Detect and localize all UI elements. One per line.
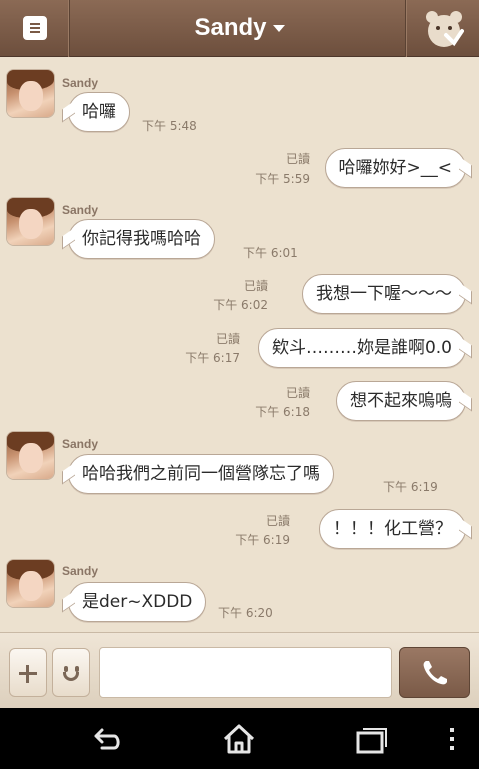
message-bubble[interactable]: 我想一下喔～～～ [302,274,466,314]
menu-button[interactable] [0,0,70,57]
message-bubble[interactable]: ！！！化工營？ [319,509,466,549]
back-icon[interactable] [86,722,126,756]
system-nav-bar [0,708,479,769]
message-time: 下午 6:17 [185,351,240,365]
chat-title-dropdown[interactable]: Sandy [194,14,285,41]
message-time: 下午 5:59 [255,172,310,186]
message-bubble[interactable]: 是der~XDDD [68,582,207,622]
message-input-bar [0,632,479,708]
message-time: 下午 6:19 [235,533,290,547]
read-status: 已讀 [243,279,268,293]
menu-icon [23,16,47,40]
call-button[interactable] [399,647,470,698]
message-time: 下午 6:19 [383,480,438,494]
message-time: 下午 6:20 [218,606,273,620]
bear-heart-icon [426,11,464,47]
sender-name: Sandy [62,564,99,578]
sender-name: Sandy [62,437,99,451]
phone-icon [423,661,447,685]
avatar[interactable] [7,432,54,479]
sender-name: Sandy [62,76,99,90]
message-bubble[interactable]: 哈囉妳好>__< [324,148,466,188]
chat-header: Sandy [0,0,479,57]
recent-apps-icon[interactable] [352,722,392,756]
read-status: 已讀 [285,152,310,166]
caret-down-icon [272,25,285,33]
message-bubble[interactable]: 哈囉 [68,92,130,132]
message-input[interactable] [99,647,392,698]
message-time: 下午 6:02 [213,298,268,312]
avatar[interactable] [7,198,54,245]
attach-button[interactable] [9,648,47,697]
read-status: 已讀 [285,386,310,400]
chat-area[interactable]: Sandy 哈囉 下午 5:48 已讀 下午 5:59 哈囉妳好>__< San… [0,58,479,632]
message-bubble[interactable]: 哈哈我們之前同一個營隊忘了嗎 [68,454,334,494]
read-status: 已讀 [215,332,240,346]
chat-title-text: Sandy [194,14,267,41]
avatar[interactable] [7,70,54,117]
home-icon[interactable] [219,722,259,756]
read-status: 已讀 [265,514,290,528]
message-time: 下午 6:01 [243,246,298,260]
emoticon-button[interactable] [52,648,90,697]
message-bubble[interactable]: 想不起來嗚嗚 [336,381,466,421]
more-vert-icon[interactable] [432,722,472,756]
message-time: 下午 6:18 [255,405,310,419]
message-bubble[interactable]: 欸斗………妳是誰啊0.0 [257,328,466,368]
message-bubble[interactable]: 你記得我嗎哈哈 [68,219,215,259]
message-time: 下午 5:48 [142,119,197,133]
bear-menu-button[interactable] [405,0,479,57]
sender-name: Sandy [62,203,99,217]
avatar[interactable] [7,560,54,607]
